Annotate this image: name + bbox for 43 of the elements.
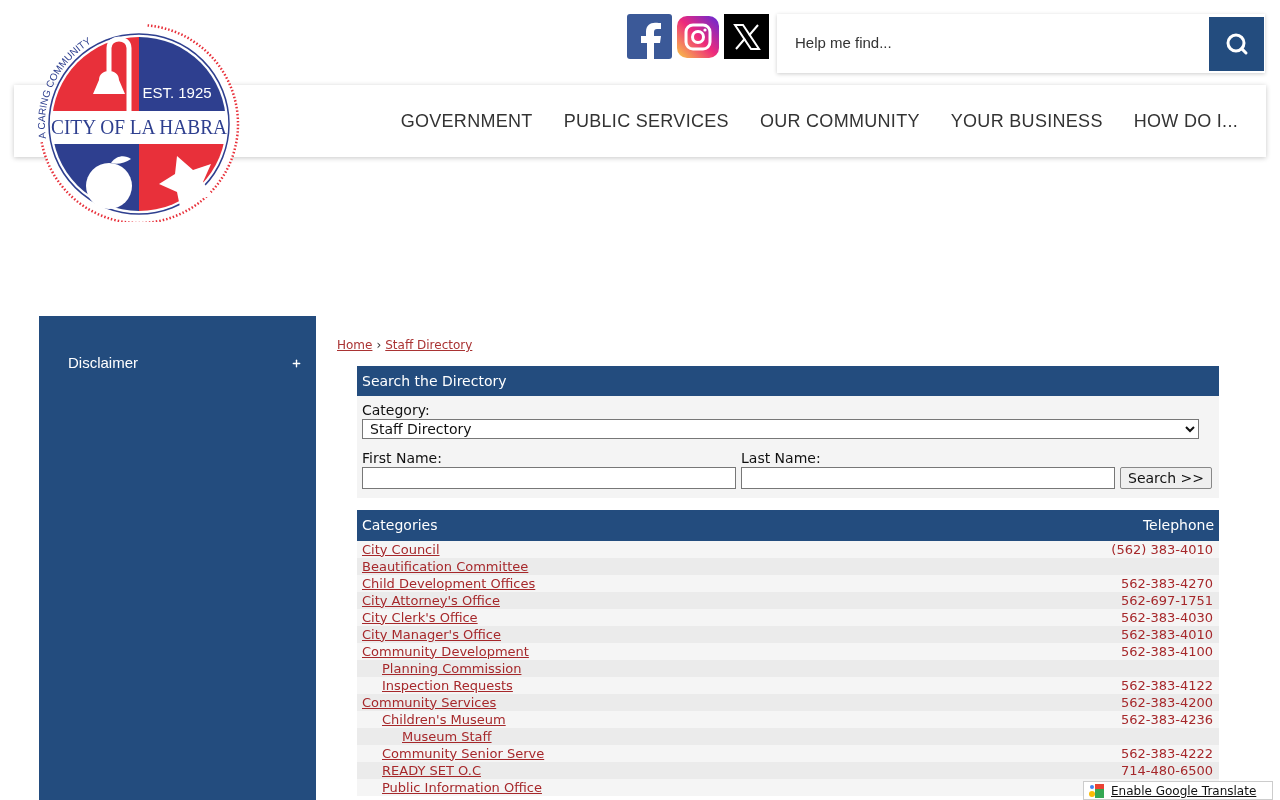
search-field[interactable]: Help me find... bbox=[795, 32, 1209, 55]
phone-number: 714-480-6500 bbox=[1120, 761, 1213, 780]
nav-link[interactable]: GOVERNMENT bbox=[400, 107, 533, 135]
phone-number: 562-383-4100 bbox=[1120, 642, 1213, 661]
phone-number: 562-383-4200 bbox=[1120, 693, 1213, 712]
x-logo-icon[interactable] bbox=[724, 14, 769, 59]
search-button[interactable] bbox=[1209, 16, 1264, 71]
translate-icon bbox=[1089, 782, 1105, 799]
expand-button[interactable] bbox=[291, 357, 302, 369]
instagram-icon[interactable] bbox=[677, 15, 719, 58]
nav-link[interactable]: OUR COMMUNITY bbox=[759, 107, 920, 135]
sidebar-link[interactable]: Disclaimer bbox=[68, 352, 138, 375]
breadcrumb-link[interactable]: Home bbox=[337, 336, 373, 354]
last-name-label: Last Name: bbox=[741, 449, 822, 467]
search-icon bbox=[1224, 31, 1249, 56]
nav-link[interactable]: PUBLIC SERVICES bbox=[563, 107, 729, 135]
phone-number: 562-383-4236 bbox=[1120, 710, 1213, 729]
phone-number: 562-383-4222 bbox=[1120, 744, 1213, 763]
category-link[interactable]: City Council bbox=[362, 539, 440, 560]
column-header: Telephone bbox=[1142, 516, 1214, 535]
nav-link[interactable]: HOW DO I... bbox=[1133, 107, 1238, 135]
nav-link[interactable]: YOUR BUSINESS bbox=[950, 107, 1103, 135]
phone-number: 562-383-4122 bbox=[1120, 676, 1213, 695]
breadcrumb-link[interactable]: Staff Directory bbox=[385, 336, 473, 354]
city-name-text: CITY OF LA HABRA bbox=[51, 116, 234, 138]
phone-number: (562) 383-4010 bbox=[1111, 540, 1213, 559]
search-directory-button[interactable]: Search >> bbox=[1120, 467, 1212, 489]
phone-number: 562-383-4010 bbox=[1120, 625, 1213, 644]
column-header: Categories bbox=[362, 516, 438, 535]
breadcrumb-separator: › bbox=[376, 337, 382, 354]
search-directory-header: Search the Directory bbox=[357, 366, 1219, 396]
translate-button[interactable]: Enable Google Translate bbox=[1083, 781, 1273, 800]
citrus-fruit-drawing bbox=[86, 156, 132, 209]
phone-number: 562-383-4030 bbox=[1120, 608, 1213, 627]
established-text: EST. 1925 bbox=[142, 84, 212, 101]
facebook-icon[interactable] bbox=[627, 14, 672, 59]
category-select[interactable]: Staff Directory bbox=[362, 419, 1199, 439]
phone-number: 562-697-1751 bbox=[1120, 591, 1213, 610]
first-name-label: First Name: bbox=[362, 449, 443, 467]
phone-number: 562-383-4270 bbox=[1120, 574, 1213, 593]
last-name-field[interactable] bbox=[741, 467, 1115, 489]
first-name-field[interactable] bbox=[362, 467, 736, 489]
category-label: Category: bbox=[362, 401, 431, 419]
